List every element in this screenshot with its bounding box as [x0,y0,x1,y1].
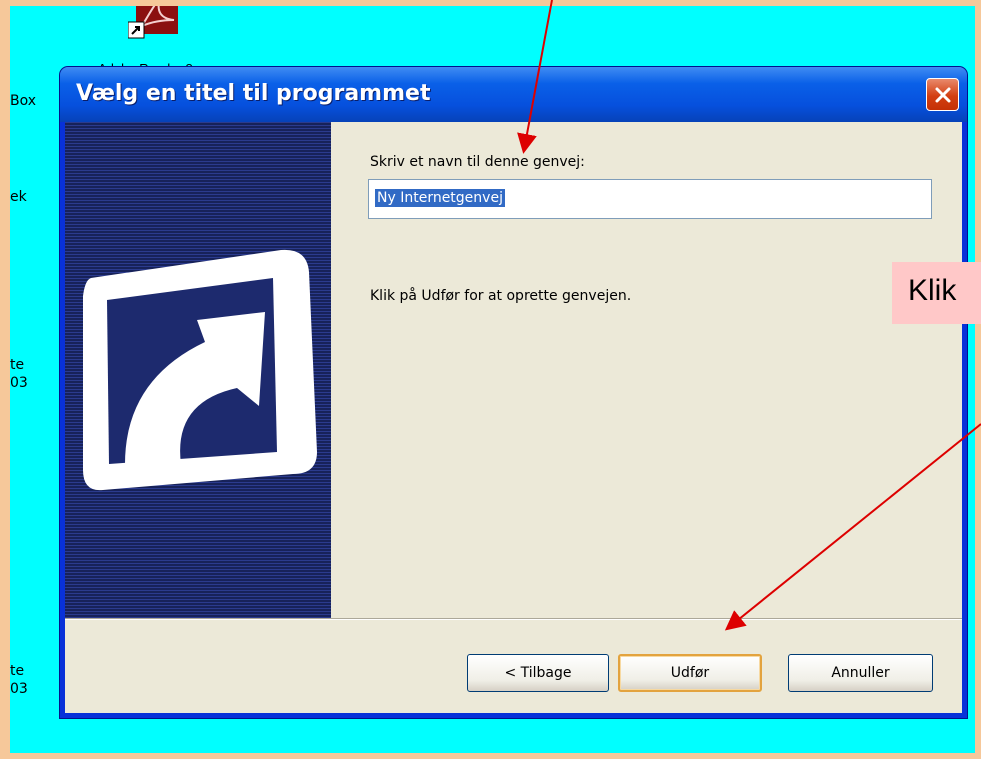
desktop-label-3: te 03 [10,357,28,391]
wizard-banner [65,122,331,618]
dialog-client-area: Skriv et navn til denne genvej: Ny Inter… [65,122,962,713]
shortcut-arrow-icon [83,249,317,491]
finish-hint-text: Klik på Udfør for at oprette genvejen. [370,288,632,304]
shortcut-wizard-dialog: Vælg en titel til programmet Skriv et na… [60,67,967,718]
back-button[interactable]: < Tilbage [467,654,609,692]
dialog-title: Vælg en titel til programmet [76,81,431,106]
cancel-button[interactable]: Annuller [788,654,933,692]
instruction-callout: Klik [892,262,981,324]
close-icon [935,87,950,102]
desktop-label-4: te 03 [10,663,28,697]
close-button[interactable] [926,78,959,111]
shortcut-name-input[interactable]: Ny Internetgenvej [368,179,932,219]
desktop-label-2: ek [10,189,27,205]
callout-text: Klik [908,274,957,307]
shortcut-name-label: Skriv et navn til denne genvej: [370,154,585,170]
title-bar[interactable]: Vælg en titel til programmet [60,67,967,122]
button-separator [65,618,962,620]
desktop-label-1: Box [10,93,37,109]
acrobat-icon[interactable] [127,6,178,46]
shortcut-name-value: Ny Internetgenvej [375,189,505,207]
finish-button[interactable]: Udfør [618,654,762,692]
